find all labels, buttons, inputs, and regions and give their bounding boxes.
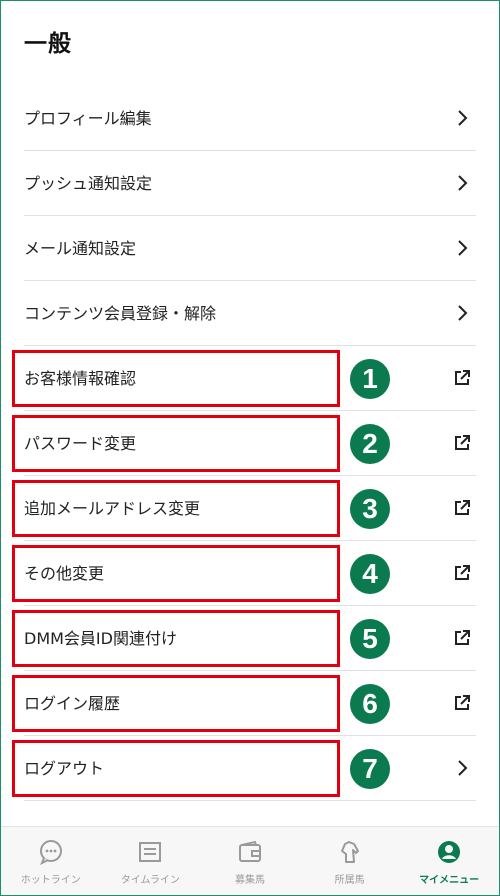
number-badge: 7 — [350, 749, 390, 789]
bottom-tab-bar: ホットライン タイムライン 募集馬 所属馬 マイメニュー — [1, 826, 499, 895]
chevron-right-icon — [458, 240, 468, 256]
external-link-icon — [455, 435, 470, 450]
tab-recruit-horses[interactable]: 募集馬 — [200, 827, 300, 895]
menu-item-label: その他変更 — [24, 564, 105, 583]
menu-item-logout[interactable]: ログアウト 7 — [12, 736, 476, 801]
external-link-icon — [455, 565, 470, 580]
tab-label: タイムライン — [120, 875, 181, 886]
tab-label: ホットライン — [20, 875, 81, 886]
menu-item-label: プッシュ通知設定 — [24, 174, 153, 193]
chevron-right-icon — [458, 305, 468, 321]
tab-hotline[interactable]: ホットライン — [1, 827, 101, 895]
menu-item-label: お客様情報確認 — [24, 369, 137, 388]
chevron-right-icon — [458, 760, 468, 776]
menu-item-label: ログイン履歴 — [24, 694, 121, 713]
wallet-icon — [238, 840, 261, 862]
number-badge: 4 — [350, 554, 390, 594]
menu-item-label: プロフィール編集 — [24, 109, 152, 128]
tab-label: 所属馬 — [334, 875, 365, 886]
menu-item-label: 追加メールアドレス変更 — [24, 499, 201, 518]
number-badge: 2 — [350, 424, 390, 464]
timeline-icon — [139, 842, 162, 862]
menu-item-push-notification[interactable]: プッシュ通知設定 — [24, 151, 476, 216]
menu-item-label: ログアウト — [24, 759, 105, 778]
menu-item-label: コンテンツ会員登録・解除 — [24, 304, 217, 323]
user-circle-icon — [438, 841, 461, 863]
menu-item-mail-notification[interactable]: メール通知設定 — [24, 216, 476, 281]
external-link-icon — [455, 630, 470, 645]
page-title: 一般 — [24, 31, 72, 57]
horse-icon — [340, 841, 359, 863]
external-link-icon — [455, 695, 470, 710]
number-badge: 6 — [350, 684, 390, 724]
menu-item-label: DMM会員ID関連付け — [24, 629, 177, 648]
tab-my-menu[interactable]: マイメニュー — [399, 827, 499, 895]
menu-item-additional-email[interactable]: 追加メールアドレス変更 3 — [12, 476, 476, 541]
menu-item-customer-info[interactable]: お客様情報確認 1 — [12, 346, 476, 411]
external-link-icon — [455, 500, 470, 515]
menu-item-profile-edit[interactable]: プロフィール編集 — [24, 86, 476, 151]
menu-item-label: パスワード変更 — [24, 434, 137, 453]
number-badge: 5 — [350, 619, 390, 659]
tab-owned-horses[interactable]: 所属馬 — [300, 827, 400, 895]
menu-item-dmm-link[interactable]: DMM会員ID関連付け 5 — [12, 606, 476, 671]
number-badge: 3 — [350, 489, 390, 529]
tab-label: マイメニュー — [419, 875, 480, 886]
tab-timeline[interactable]: タイムライン — [101, 827, 201, 895]
chevron-right-icon — [458, 110, 468, 126]
external-link-icon — [455, 370, 470, 385]
settings-menu: プロフィール編集 プッシュ通知設定 メール通知設定 コンテンツ会員登録・解除 お… — [12, 86, 476, 801]
menu-item-other-changes[interactable]: その他変更 4 — [12, 541, 476, 606]
menu-item-login-history[interactable]: ログイン履歴 6 — [12, 671, 476, 736]
menu-item-password-change[interactable]: パスワード変更 2 — [12, 411, 476, 476]
number-badge: 1 — [350, 359, 390, 399]
tab-label: 募集馬 — [234, 875, 265, 886]
menu-item-label: メール通知設定 — [24, 239, 137, 258]
menu-item-content-membership[interactable]: コンテンツ会員登録・解除 — [24, 281, 476, 346]
chat-bubble-icon — [39, 840, 62, 865]
chevron-right-icon — [458, 175, 468, 191]
